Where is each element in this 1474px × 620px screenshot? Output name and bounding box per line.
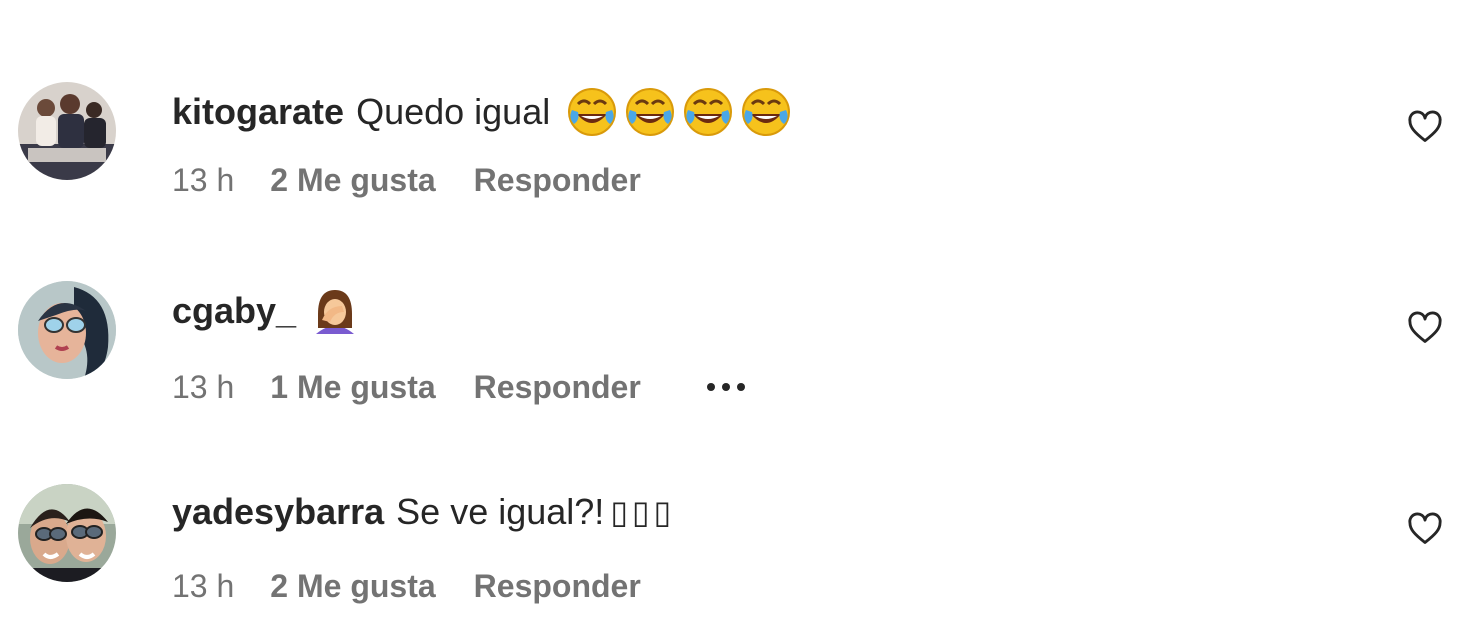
comment-time[interactable]: 13 h bbox=[172, 568, 234, 605]
face-with-tears-of-joy-icon bbox=[740, 86, 792, 138]
heart-outline-icon[interactable] bbox=[1406, 510, 1444, 548]
comment-username[interactable]: cgaby_ bbox=[172, 290, 296, 332]
reply-button[interactable]: Responder bbox=[474, 369, 641, 406]
comment-likes-count[interactable]: 1 Me gusta bbox=[270, 369, 435, 406]
heart-outline-icon[interactable] bbox=[1406, 309, 1444, 347]
comment-time[interactable]: 13 h bbox=[172, 369, 234, 406]
comment-meta: 13 h 2 Me gusta Responder bbox=[172, 564, 641, 608]
comment-text: Quedo igual bbox=[356, 91, 551, 132]
comment-item: kitogarate Quedo igual 13 h 2 Me gusta R… bbox=[0, 82, 1474, 226]
reply-button[interactable]: Responder bbox=[474, 568, 641, 605]
ellipsis-icon[interactable] bbox=[706, 383, 745, 391]
comment-item: yadesybarra Se ve igual?! ▯▯▯ 13 h 2 Me … bbox=[0, 484, 1474, 620]
comment-emojis bbox=[308, 284, 362, 338]
person-facepalming-icon bbox=[308, 284, 362, 338]
face-with-tears-of-joy-icon bbox=[682, 86, 734, 138]
comment-meta: 13 h 2 Me gusta Responder bbox=[172, 158, 641, 202]
comment-emojis bbox=[566, 86, 792, 138]
comment-likes-count[interactable]: 2 Me gusta bbox=[270, 162, 435, 199]
comment-meta: 13 h 1 Me gusta Responder bbox=[172, 365, 745, 409]
reply-button[interactable]: Responder bbox=[474, 162, 641, 199]
face-with-tears-of-joy-icon bbox=[624, 86, 676, 138]
heart-outline-icon[interactable] bbox=[1406, 108, 1444, 146]
comment-body: kitogarate Quedo igual bbox=[172, 86, 792, 138]
comment-item: cgaby_ 13 h 1 Me gusta Responder bbox=[0, 281, 1474, 427]
comment-body: cgaby_ bbox=[172, 285, 362, 337]
avatar[interactable] bbox=[18, 82, 116, 180]
comment-text: Se ve igual?! bbox=[396, 491, 605, 532]
comment-body: yadesybarra Se ve igual?! ▯▯▯ bbox=[172, 486, 675, 538]
comment-username[interactable]: kitogarate bbox=[172, 91, 344, 133]
comment-username[interactable]: yadesybarra bbox=[172, 491, 384, 533]
comment-time[interactable]: 13 h bbox=[172, 162, 234, 199]
comments-panel: kitogarate Quedo igual 13 h 2 Me gusta R… bbox=[0, 0, 1474, 620]
face-with-tears-of-joy-icon bbox=[566, 86, 618, 138]
unrendered-glyphs: ▯▯▯ bbox=[610, 493, 676, 531]
avatar[interactable] bbox=[18, 484, 116, 582]
comment-likes-count[interactable]: 2 Me gusta bbox=[270, 568, 435, 605]
avatar[interactable] bbox=[18, 281, 116, 379]
